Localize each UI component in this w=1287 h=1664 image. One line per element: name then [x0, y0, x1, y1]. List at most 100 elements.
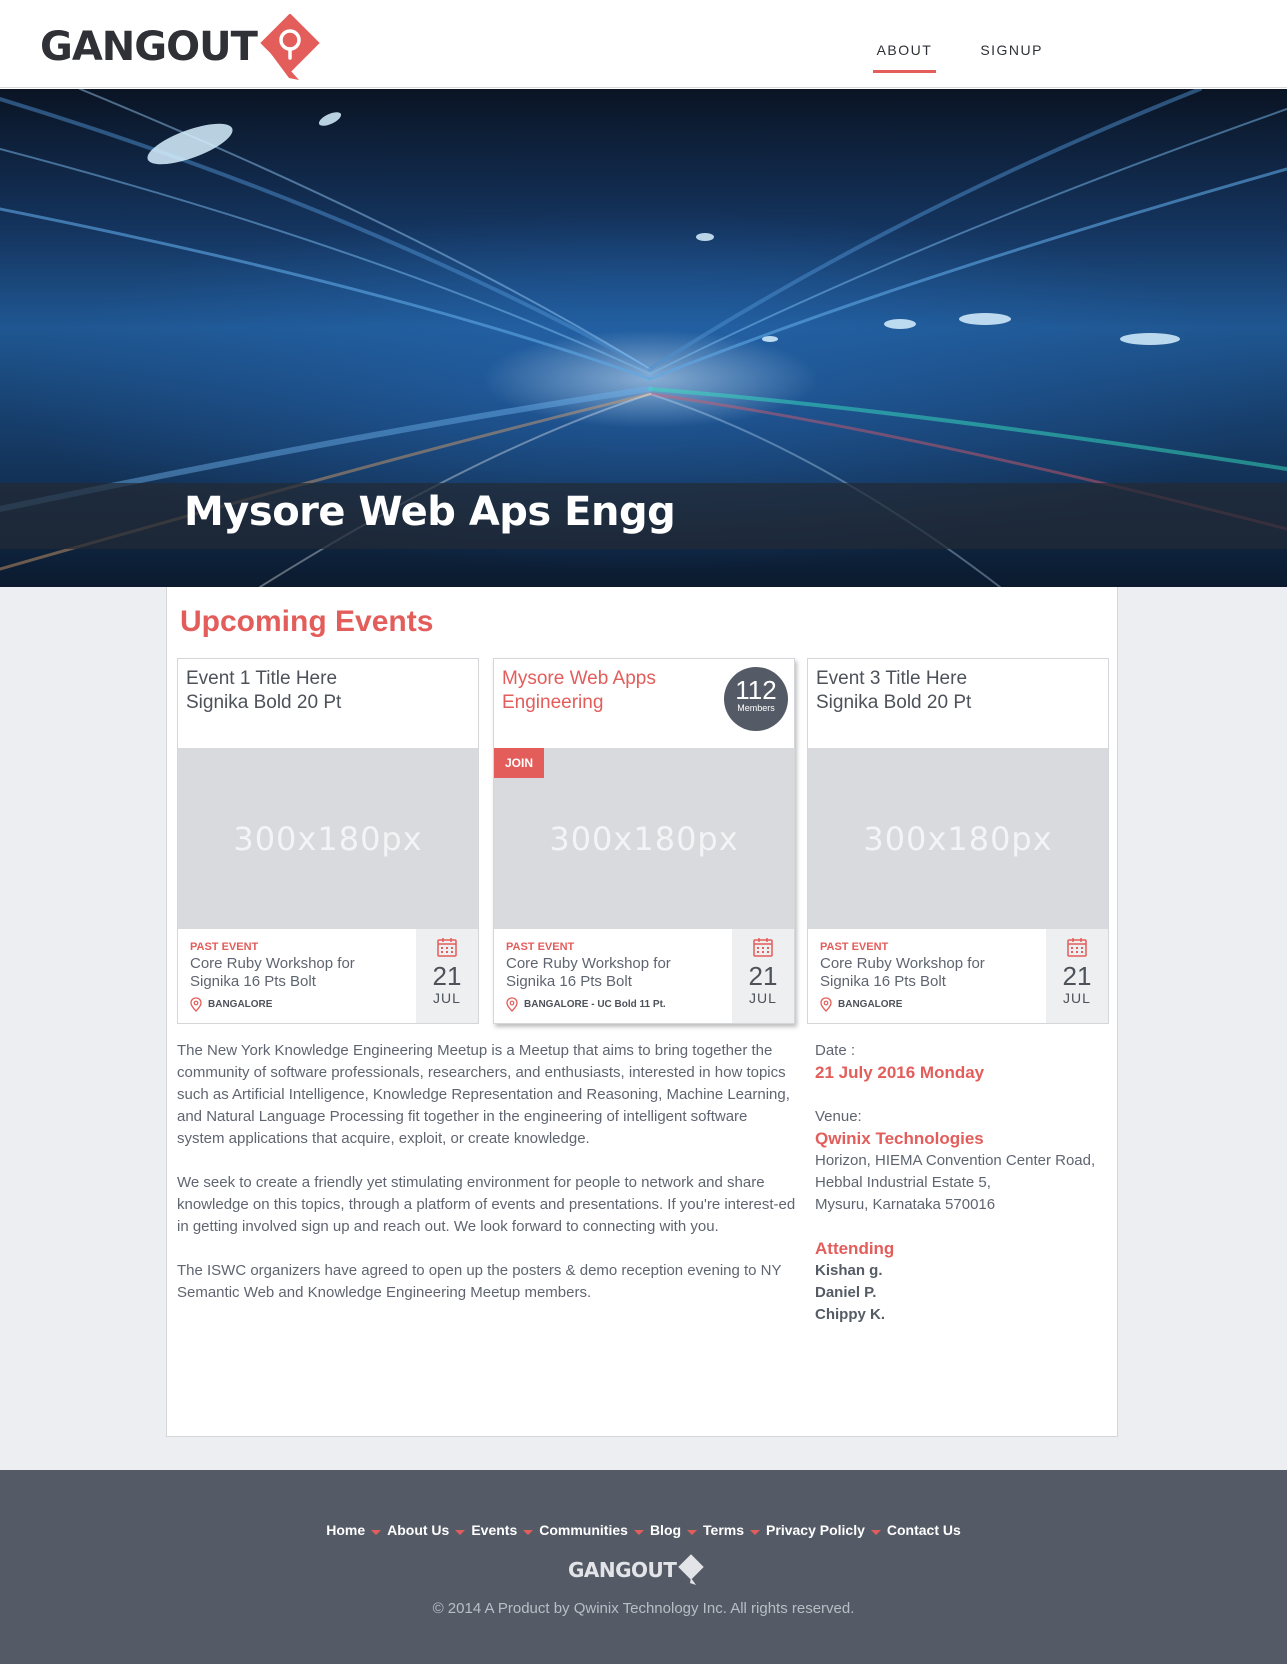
event-workshop: Core Ruby Workshop for Signika 16 Pts Bo… — [506, 955, 696, 991]
event-month: JUL — [1063, 990, 1091, 1006]
footer-link-communities[interactable]: Communities — [539, 1522, 628, 1538]
event-image-placeholder: 300x180px — [178, 748, 478, 929]
event-month: JUL — [433, 990, 461, 1006]
event-workshop: Core Ruby Workshop for Signika 16 Pts Bo… — [190, 955, 380, 991]
footer-link-terms[interactable]: Terms — [703, 1522, 744, 1538]
attendee-name[interactable]: Kishan g. — [815, 1260, 1115, 1282]
event-title-line: Event 3 Title Here — [816, 668, 968, 689]
event-date: 21 JUL — [1046, 929, 1108, 1023]
event-day: 21 — [1062, 961, 1092, 991]
caret-down-icon — [750, 1529, 761, 1535]
workshop-line: Core Ruby Workshop for — [190, 955, 355, 972]
event-location: BANGALORE — [190, 997, 272, 1012]
event-status: PAST EVENT — [190, 941, 259, 953]
main-nav: ABOUT SIGNUP — [872, 40, 1047, 73]
footer-link-contact-us[interactable]: Contact Us — [887, 1522, 961, 1538]
map-pin-icon — [190, 997, 202, 1012]
event-title-line: Mysore Web Apps — [502, 668, 656, 689]
calendar-icon — [1067, 938, 1087, 957]
map-pin-icon — [820, 997, 832, 1012]
members-number: 112 — [735, 675, 777, 705]
logo-text: GANGOUT — [40, 24, 258, 70]
footer-link-privacy-policy[interactable]: Privacy Policly — [766, 1522, 865, 1538]
footer-link-home[interactable]: Home — [326, 1522, 365, 1538]
calendar-icon — [753, 938, 773, 957]
caret-down-icon — [455, 1529, 466, 1535]
calendar-icon — [437, 938, 457, 957]
workshop-line: Signika 16 Pts Bolt — [506, 973, 632, 990]
group-title: Mysore Web Aps Engg — [184, 489, 676, 535]
site-header: GANGOUT ABOUT SIGNUP — [0, 0, 1287, 88]
gangout-logo[interactable]: GANGOUT — [40, 14, 321, 80]
event-details: Date : 21 July 2016 Monday Venue: Qwinix… — [815, 1040, 1115, 1326]
event-card-footer: PAST EVENT Core Ruby Workshop for Signik… — [178, 929, 478, 1023]
address-line: Horizon, HIEMA Convention Center Road, — [815, 1152, 1096, 1169]
event-location: BANGALORE — [820, 997, 902, 1012]
address-line: Hebbal Industrial Estate 5, — [815, 1174, 991, 1191]
site-footer: Home About Us Events Communities Blog Te… — [0, 1470, 1287, 1664]
attendee-name[interactable]: Chippy K. — [815, 1304, 1115, 1326]
description-paragraph: We seek to create a friendly yet stimula… — [177, 1174, 796, 1235]
event-title-line: Event 1 Title Here — [186, 668, 338, 689]
event-card-title: Event 1 Title Here Signika Bold 20 Pt — [186, 667, 406, 715]
hero-banner: Mysore Web Aps Engg — [0, 89, 1287, 587]
workshop-line: Signika 16 Pts Bolt — [820, 973, 946, 990]
event-card-title: Event 3 Title Here Signika Bold 20 Pt — [816, 667, 1036, 715]
attending-heading: Attending — [815, 1239, 895, 1258]
caret-down-icon — [870, 1529, 881, 1535]
event-status: PAST EVENT — [820, 941, 889, 953]
footer-link-about-us[interactable]: About Us — [387, 1522, 449, 1538]
location-pin-logo-icon — [260, 14, 320, 80]
event-image-placeholder: 300x180px — [808, 748, 1108, 929]
workshop-line: Core Ruby Workshop for — [506, 955, 671, 972]
date-value: 21 July 2016 Monday — [815, 1063, 985, 1082]
caret-down-icon — [687, 1529, 698, 1535]
event-title-line: Engineering — [502, 692, 604, 713]
event-card-title: Mysore Web Apps Engineering — [502, 667, 722, 715]
event-card[interactable]: Event 1 Title Here Signika Bold 20 Pt 30… — [177, 658, 479, 1024]
location-pin-logo-icon — [678, 1554, 705, 1585]
date-label: Date : — [815, 1042, 856, 1059]
attendee-name[interactable]: Daniel P. — [815, 1282, 1115, 1304]
event-card-featured[interactable]: Mysore Web Apps Engineering 112 Members … — [493, 658, 795, 1024]
venue-name[interactable]: Qwinix Technologies — [815, 1128, 1115, 1150]
main-panel: Upcoming Events Event 1 Title Here Signi… — [166, 587, 1118, 1437]
event-card-footer: PAST EVENT Core Ruby Workshop for Signik… — [494, 929, 794, 1023]
event-location-text: BANGALORE — [208, 999, 273, 1010]
footer-link-events[interactable]: Events — [471, 1522, 517, 1538]
event-day: 21 — [432, 961, 462, 991]
event-month: JUL — [749, 990, 777, 1006]
event-day: 21 — [748, 961, 778, 991]
caret-down-icon — [633, 1529, 644, 1535]
description-paragraph: The New York Knowledge Engineering Meetu… — [177, 1042, 790, 1147]
event-title-line: Signika Bold 20 Pt — [186, 692, 342, 713]
footer-logo-text: GANGOUT — [568, 1558, 677, 1582]
copyright: © 2014 A Product by Qwinix Technology In… — [432, 1600, 855, 1617]
description-paragraph: The ISWC organizers have agreed to open … — [177, 1262, 782, 1301]
event-card-footer: PAST EVENT Core Ruby Workshop for Signik… — [808, 929, 1108, 1023]
event-card[interactable]: Event 3 Title Here Signika Bold 20 Pt 30… — [807, 658, 1109, 1024]
nav-signup[interactable]: SIGNUP — [976, 40, 1047, 73]
caret-down-icon — [523, 1529, 534, 1535]
event-location-text: BANGALORE — [838, 999, 903, 1010]
footer-link-blog[interactable]: Blog — [650, 1522, 681, 1538]
event-location: BANGALORE - UC Bold 11 Pt. — [506, 997, 666, 1012]
venue-label: Venue: — [815, 1108, 862, 1125]
caret-down-icon — [371, 1529, 382, 1535]
event-workshop: Core Ruby Workshop for Signika 16 Pts Bo… — [820, 955, 1010, 991]
event-location-text: BANGALORE - UC Bold 11 Pt. — [524, 999, 666, 1010]
nav-about[interactable]: ABOUT — [872, 40, 937, 73]
event-title-line: Signika Bold 20 Pt — [816, 692, 972, 713]
members-count-badge: 112 Members — [724, 667, 788, 731]
footer-links: Home About Us Events Communities Blog Te… — [0, 1522, 1287, 1538]
address-line: Mysuru, Karnataka 570016 — [815, 1196, 996, 1213]
footer-logo[interactable]: GANGOUT — [568, 1554, 706, 1586]
join-button[interactable]: JOIN — [494, 748, 544, 778]
members-label: Members — [737, 703, 775, 713]
event-date: 21 JUL — [416, 929, 478, 1023]
workshop-line: Core Ruby Workshop for — [820, 955, 985, 972]
event-date: 21 JUL — [732, 929, 794, 1023]
group-description: The New York Knowledge Engineering Meetu… — [177, 1040, 797, 1326]
workshop-line: Signika 16 Pts Bolt — [190, 973, 316, 990]
map-pin-icon — [506, 997, 518, 1012]
